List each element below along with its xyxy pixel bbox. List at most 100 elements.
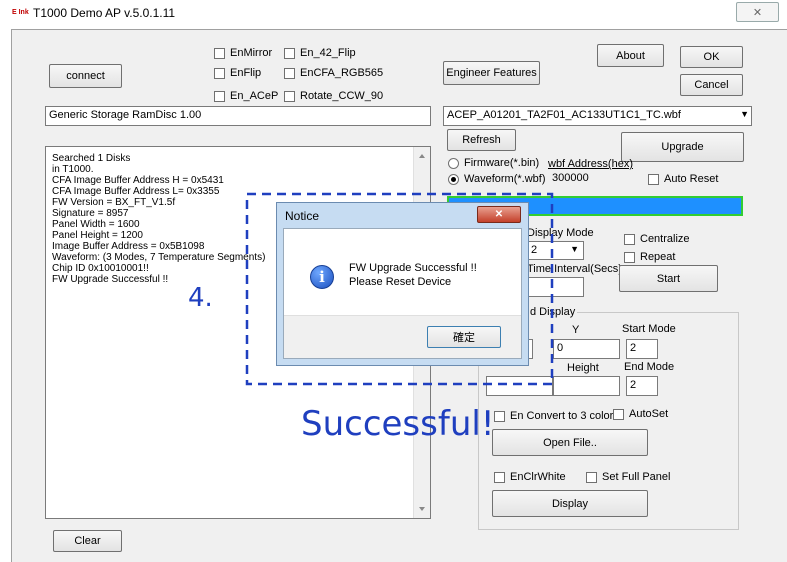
auto-reset-checkbox[interactable]: Auto Reset — [648, 173, 718, 185]
checkbox-box — [494, 471, 505, 483]
checkbox-label: En_42_Flip — [300, 47, 356, 59]
display-button[interactable]: Display — [492, 490, 648, 517]
window-close-button[interactable]: ✕ — [736, 2, 779, 22]
enmirror-checkbox[interactable]: EnMirror — [214, 47, 272, 59]
checkbox-box — [214, 90, 225, 102]
info-icon: i — [310, 265, 334, 289]
window-title: T1000 Demo AP v.5.0.1.11 — [33, 6, 176, 20]
info-icon-glyph: i — [319, 268, 325, 286]
checkbox-box — [648, 173, 659, 185]
enflip-checkbox[interactable]: EnFlip — [214, 67, 261, 79]
close-icon: ✕ — [752, 6, 763, 19]
connect-button[interactable]: connect — [49, 64, 122, 88]
waveform-file-select[interactable]: ACEP_A01201_TA2F01_AC133UT1C1_TC.wbf ▼ — [443, 106, 752, 126]
checkbox-label: EnClrWhite — [510, 471, 566, 483]
checkbox-label: Rotate_CCW_90 — [300, 90, 384, 102]
upgrade-button[interactable]: Upgrade — [621, 132, 744, 162]
log-line: CFA Image Buffer Address H = 0x5431 — [52, 175, 224, 186]
end-mode-field[interactable]: 2 — [626, 376, 658, 396]
rotate-ccw-90-checkbox[interactable]: Rotate_CCW_90 — [284, 90, 383, 102]
enclrwhite-checkbox[interactable]: EnClrWhite — [494, 471, 566, 483]
height-label: Height — [567, 362, 599, 374]
log-line: Image Buffer Address = 0x5B1098 — [52, 241, 205, 252]
radio-label: Waveform(*.wbf) — [464, 173, 546, 185]
engineer-features-button[interactable]: Engineer Features — [443, 61, 540, 85]
checkbox-box — [284, 47, 295, 59]
start-button[interactable]: Start — [619, 265, 718, 292]
log-lines: Searched 1 Disks in T1000. CFA Image Buf… — [52, 153, 265, 285]
checkbox-label: EnMirror — [230, 47, 273, 59]
refresh-button[interactable]: Refresh — [447, 129, 516, 151]
wbf-address-label: wbf Address(hex) — [548, 158, 633, 170]
checkbox-box — [284, 67, 295, 79]
firmware-radio[interactable]: Firmware(*.bin) — [448, 157, 539, 169]
chevron-down-icon: ▼ — [570, 244, 579, 254]
about-button[interactable]: About — [597, 44, 664, 67]
dialog-footer: 確定 — [284, 315, 521, 358]
annotation-successful-text: Successful! — [301, 404, 495, 444]
checkbox-label: Set Full Panel — [602, 471, 671, 483]
app-logo: E Ink — [12, 9, 29, 16]
dialog-message-line1: FW Upgrade Successful !! — [349, 262, 477, 274]
en-acep-checkbox[interactable]: En_ACeP — [214, 90, 278, 102]
start-mode-label: Start Mode — [622, 323, 676, 335]
clear-button[interactable]: Clear — [53, 530, 122, 552]
annotation-step-number: 4. — [188, 283, 213, 313]
height-field[interactable] — [553, 376, 620, 396]
log-line: Signature = 8957 — [52, 208, 129, 219]
checkbox-box — [624, 251, 635, 263]
checkbox-label: En_ACeP — [230, 90, 279, 102]
checkbox-label: Centralize — [640, 233, 690, 245]
checkbox-box — [586, 471, 597, 483]
checkbox-label: En Convert to 3 color — [510, 410, 614, 422]
dialog-title: Notice — [285, 209, 320, 223]
checkbox-box — [613, 408, 624, 420]
log-line: Searched 1 Disks — [52, 153, 131, 164]
en42flip-checkbox[interactable]: En_42_Flip — [284, 47, 356, 59]
checkbox-box — [214, 47, 225, 59]
close-icon: ✕ — [494, 209, 504, 220]
checkbox-label: EnFlip — [230, 67, 262, 79]
log-line: FW Upgrade Successful !! — [52, 274, 169, 285]
y-label: Y — [572, 324, 580, 336]
dialog-body: i FW Upgrade Successful !! Please Reset … — [283, 228, 522, 359]
centralize-checkbox[interactable]: Centralize — [624, 233, 690, 245]
radio-dot — [448, 157, 459, 169]
repeat-checkbox[interactable]: Repeat — [624, 251, 675, 263]
checkbox-box — [494, 410, 505, 422]
device-field[interactable]: Generic Storage RamDisc 1.00 — [45, 106, 431, 126]
radio-dot-selected — [448, 173, 459, 185]
scroll-down-icon[interactable] — [414, 502, 430, 516]
log-line: Panel Width = 1600 — [52, 219, 140, 230]
checkbox-label: Repeat — [640, 251, 676, 263]
ok-button[interactable]: OK — [680, 46, 743, 68]
log-line: in T1000. — [52, 164, 94, 175]
dialog-confirm-button[interactable]: 確定 — [427, 326, 501, 348]
log-line: FW Version = BX_FT_V1.5f — [52, 197, 176, 208]
checkbox-label: AutoSet — [629, 408, 669, 420]
dialog-close-button[interactable]: ✕ — [477, 206, 521, 223]
scroll-up-icon[interactable] — [414, 149, 430, 163]
checkbox-box — [624, 233, 635, 245]
chevron-down-icon: ▼ — [740, 109, 749, 119]
set-full-panel-checkbox[interactable]: Set Full Panel — [586, 471, 670, 483]
cancel-button[interactable]: Cancel — [680, 74, 743, 96]
autoset-checkbox[interactable]: AutoSet — [613, 408, 668, 420]
checkbox-label: EnCFA_RGB565 — [300, 67, 384, 79]
checkbox-box — [214, 67, 225, 79]
en-convert-3-color-checkbox[interactable]: En Convert to 3 color — [494, 410, 613, 422]
end-mode-label: End Mode — [624, 361, 675, 373]
log-line: Waveform: (3 Modes, 7 Temperature Segmen… — [52, 252, 266, 263]
encfa-rgb565-checkbox[interactable]: EnCFA_RGB565 — [284, 67, 383, 79]
dialog-message-line2: Please Reset Device — [349, 276, 452, 288]
y-field[interactable]: 0 — [553, 339, 620, 359]
log-line: CFA Image Buffer Address L= 0x3355 — [52, 186, 220, 197]
wbf-address-field[interactable]: 300000 — [549, 170, 621, 188]
checkbox-box — [284, 90, 295, 102]
start-mode-field[interactable]: 2 — [626, 339, 658, 359]
file-select-value: ACEP_A01201_TA2F01_AC133UT1C1_TC.wbf — [447, 109, 681, 121]
log-line: Chip ID 0x10010001!! — [52, 263, 149, 274]
waveform-radio[interactable]: Waveform(*.wbf) — [448, 173, 546, 185]
open-file-button[interactable]: Open File.. — [492, 429, 648, 456]
notice-dialog: Notice ✕ i FW Upgrade Successful !! Plea… — [276, 202, 529, 366]
